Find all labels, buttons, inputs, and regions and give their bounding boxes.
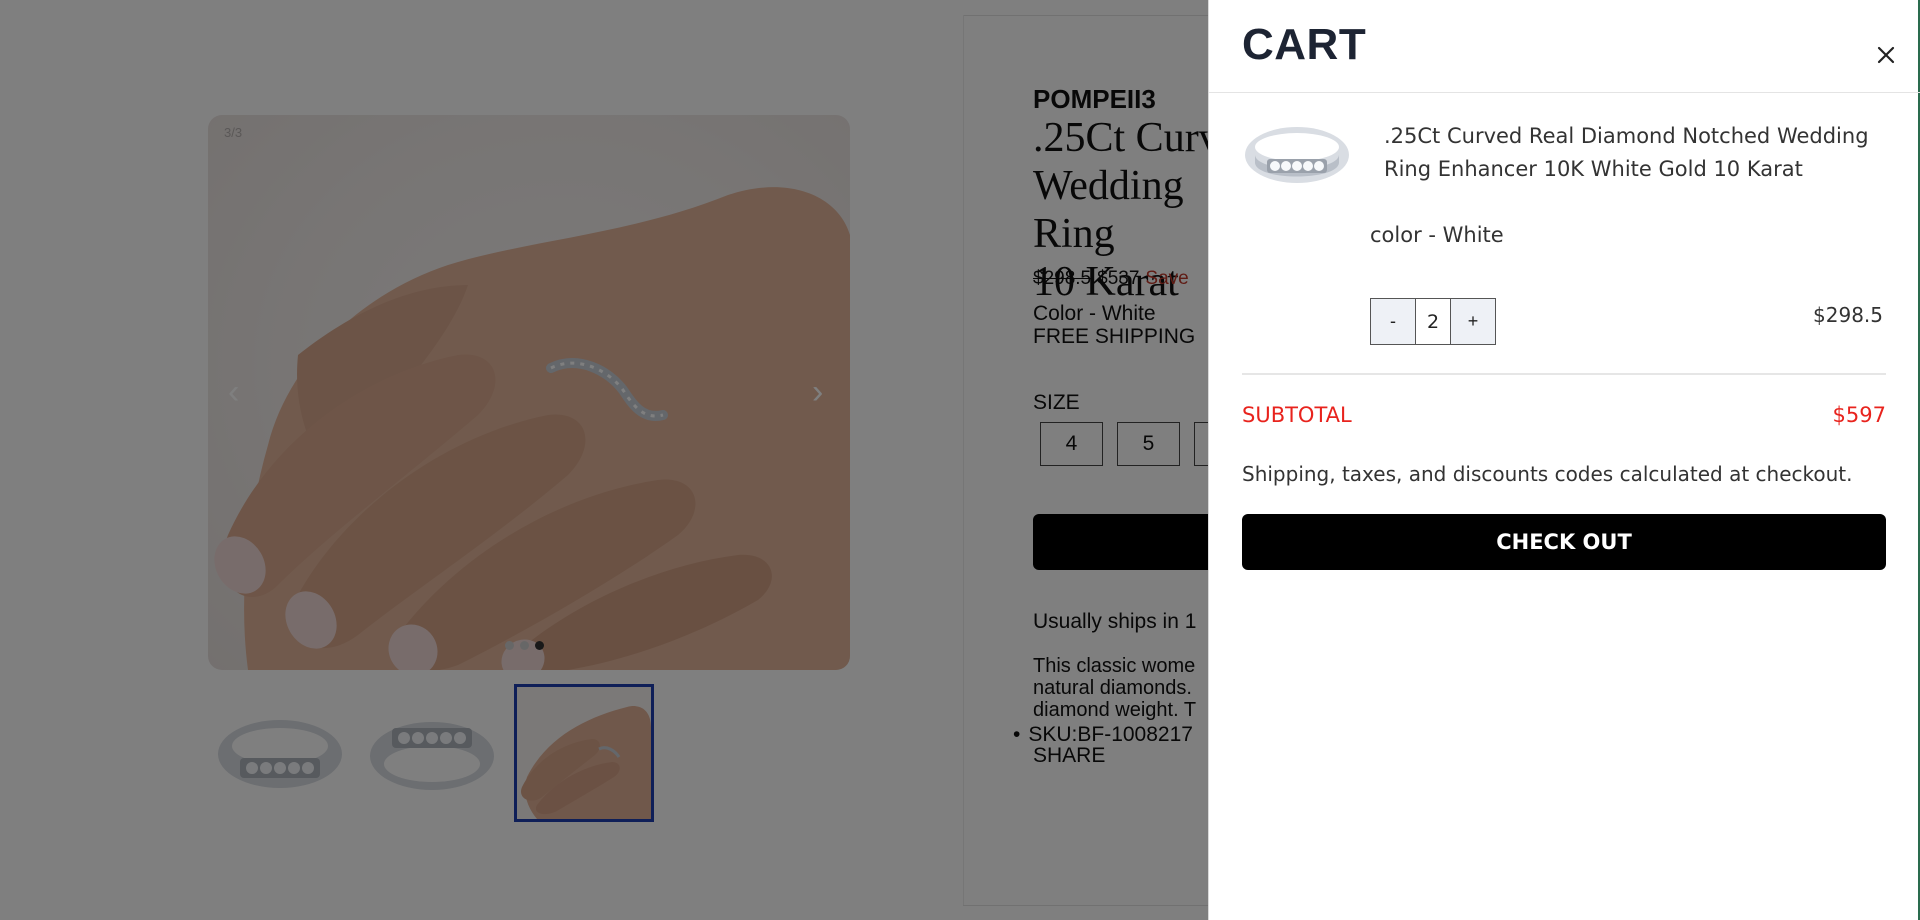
quantity-decrease-button[interactable]: -: [1371, 299, 1415, 344]
cart-item-variant: color - White: [1370, 223, 1504, 247]
quantity-increase-button[interactable]: +: [1451, 299, 1495, 344]
checkout-note: Shipping, taxes, and discounts codes cal…: [1242, 462, 1853, 486]
close-icon[interactable]: [1871, 40, 1901, 70]
divider: [1209, 92, 1920, 93]
cart-drawer: CART .25Ct Curved Real Diamond Notched W…: [1208, 0, 1920, 920]
quantity-input[interactable]: 2: [1415, 299, 1451, 344]
cart-item-price: $298.5: [1813, 303, 1883, 327]
cart-title: CART: [1242, 20, 1367, 69]
quantity-stepper: - 2 +: [1370, 298, 1496, 345]
ring-image: [1245, 127, 1349, 183]
cart-item-name[interactable]: .25Ct Curved Real Diamond Notched Weddin…: [1384, 120, 1884, 186]
cart-item-image[interactable]: [1242, 115, 1352, 195]
checkout-button[interactable]: CHECK OUT: [1242, 514, 1886, 570]
subtotal-label: SUBTOTAL: [1242, 403, 1352, 427]
divider: [1242, 373, 1886, 375]
subtotal-value: $597: [1832, 403, 1886, 427]
